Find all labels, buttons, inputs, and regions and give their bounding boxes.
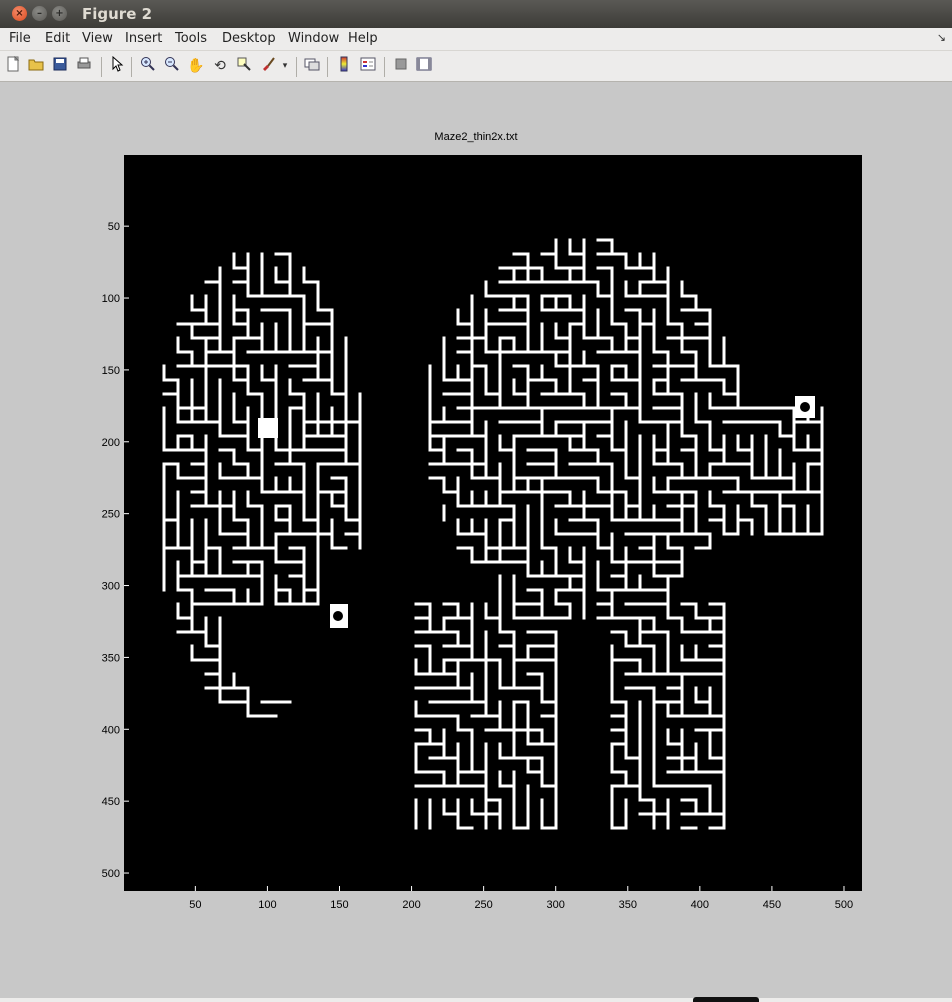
x-tick-label: 350 <box>619 899 637 911</box>
y-tick-label: 50 <box>108 221 120 233</box>
y-tick-label: 500 <box>102 868 120 880</box>
x-tick-label: 200 <box>402 899 420 911</box>
y-tick-label: 450 <box>102 796 120 808</box>
x-tick-label: 400 <box>691 899 709 911</box>
x-tick-label: 150 <box>330 899 348 911</box>
y-tick-label: 150 <box>102 365 120 377</box>
taskbar-tab <box>693 997 759 1002</box>
y-tick-label: 400 <box>102 724 120 736</box>
x-tick-label: 450 <box>763 899 781 911</box>
maze-marker-dot <box>800 402 810 412</box>
x-tick-label: 300 <box>547 899 565 911</box>
x-tick-label: 250 <box>474 899 492 911</box>
bottom-strip <box>0 998 952 1002</box>
y-tick-label: 200 <box>102 437 120 449</box>
y-tick-label: 350 <box>102 652 120 664</box>
y-tick-label: 250 <box>102 509 120 521</box>
maze-start-square <box>258 418 278 438</box>
y-tick-label: 300 <box>102 581 120 593</box>
maze-plot[interactable]: 50 100 150 200 250 300 350 400 450 500 50 100 150 200… <box>0 0 952 1002</box>
maze-marker-dot <box>333 611 343 621</box>
x-tick-label: 50 <box>189 899 201 911</box>
x-tick-label: 500 <box>835 899 853 911</box>
x-tick-label: 100 <box>258 899 276 911</box>
y-tick-label: 100 <box>102 293 120 305</box>
